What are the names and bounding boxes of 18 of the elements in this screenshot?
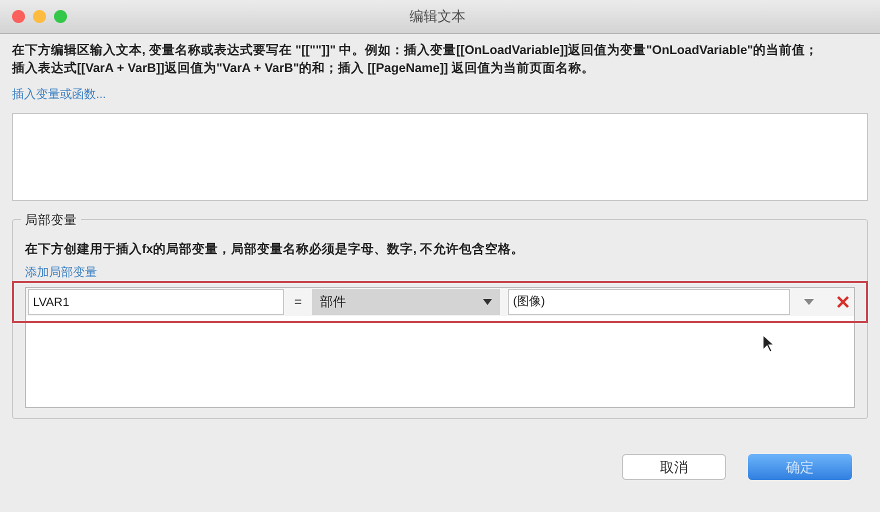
cancel-button[interactable]: 取消 — [622, 454, 726, 480]
description-text: 在下方编辑区输入文本, 变量名称或表达式要写在 "[[""]]" 中。例如：插入变量[[OnLoadVariable]]返回值为变量"OnLoadVariable"的当前值；插入表达式[[VarA + VarB]]返回值为"VarA + VarB"的和；插入 [[PageName]] 返回值为当前页面名称。 — [12, 42, 820, 77]
delete-icon[interactable] — [836, 294, 850, 309]
caret-icon — [483, 298, 492, 305]
text-editor[interactable] — [12, 113, 868, 201]
maximize-icon[interactable] — [54, 10, 67, 23]
window-title: 编辑文本 — [410, 7, 466, 26]
minimize-icon[interactable] — [33, 10, 46, 23]
panel-description: 在下方创建用于插入fx的局部变量，局部变量名称必须是字母、数字, 不允许包含空格。 — [25, 241, 526, 258]
type-dropdown[interactable]: 部件 — [312, 288, 500, 315]
insert-variable-link[interactable]: 插入变量或函数... — [12, 85, 106, 103]
close-icon[interactable] — [12, 10, 25, 23]
variable-name-field[interactable]: LVAR1 — [28, 288, 284, 315]
target-field[interactable]: (图像) — [508, 288, 790, 315]
cursor-icon — [762, 334, 776, 354]
caret-icon[interactable] — [804, 298, 814, 305]
equals-sign: = — [293, 293, 303, 311]
add-variable-link[interactable]: 添加局部变量 — [25, 262, 97, 281]
